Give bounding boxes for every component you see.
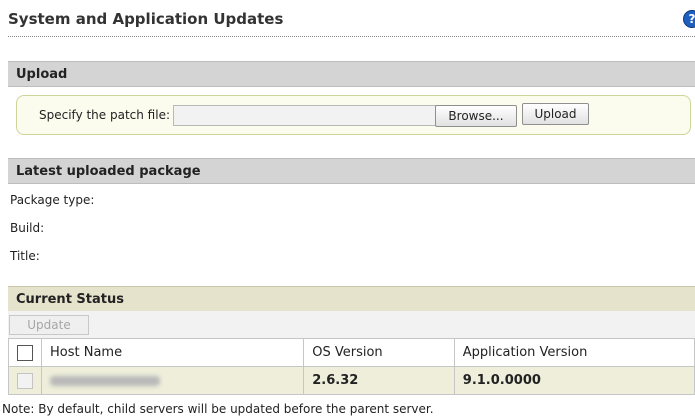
table-header-row: Host Name OS Version Application Version: [8, 338, 695, 367]
column-header-app[interactable]: Application Version: [453, 338, 695, 367]
upload-panel: Specify the patch file: Browse... Upload: [16, 95, 691, 135]
update-toolbar: Update: [8, 311, 695, 338]
browse-button[interactable]: Browse...: [435, 105, 517, 127]
table-row: 2.6.32 9.1.0.0000: [8, 366, 695, 395]
page-title: System and Application Updates: [8, 10, 284, 28]
redacted-host-name: [50, 375, 160, 386]
column-header-host[interactable]: Host Name: [40, 338, 305, 367]
patch-file-input[interactable]: [173, 105, 436, 126]
row-checkbox[interactable]: [17, 372, 33, 389]
title-divider: [8, 36, 695, 37]
app-version-cell: 9.1.0.0000: [453, 366, 695, 395]
select-all-checkbox[interactable]: [17, 344, 33, 361]
current-status-section-header: Current Status: [8, 286, 695, 312]
select-all-cell: [8, 338, 42, 367]
update-order-note: Note: By default, child servers will be …: [2, 402, 434, 416]
help-icon[interactable]: ?: [683, 10, 695, 28]
os-version-cell: 2.6.32: [303, 366, 455, 395]
build-label: Build:: [10, 221, 45, 235]
host-name-cell: [40, 366, 305, 395]
patch-file-label: Specify the patch file:: [39, 108, 170, 122]
upload-section-title: Upload: [16, 67, 68, 82]
update-button[interactable]: Update: [9, 315, 89, 335]
package-type-label: Package type:: [10, 193, 95, 207]
upload-button[interactable]: Upload: [522, 103, 589, 125]
title-label: Title:: [10, 249, 40, 263]
latest-package-section-title: Latest uploaded package: [16, 164, 201, 179]
latest-package-section-header: Latest uploaded package: [8, 158, 695, 184]
page-header: System and Application Updates ?: [0, 0, 695, 40]
upload-section-header: Upload: [8, 61, 695, 87]
column-header-os[interactable]: OS Version: [303, 338, 455, 367]
current-status-section-title: Current Status: [16, 292, 124, 307]
row-checkbox-cell: [8, 366, 42, 395]
servers-table: Host Name OS Version Application Version…: [8, 338, 695, 395]
